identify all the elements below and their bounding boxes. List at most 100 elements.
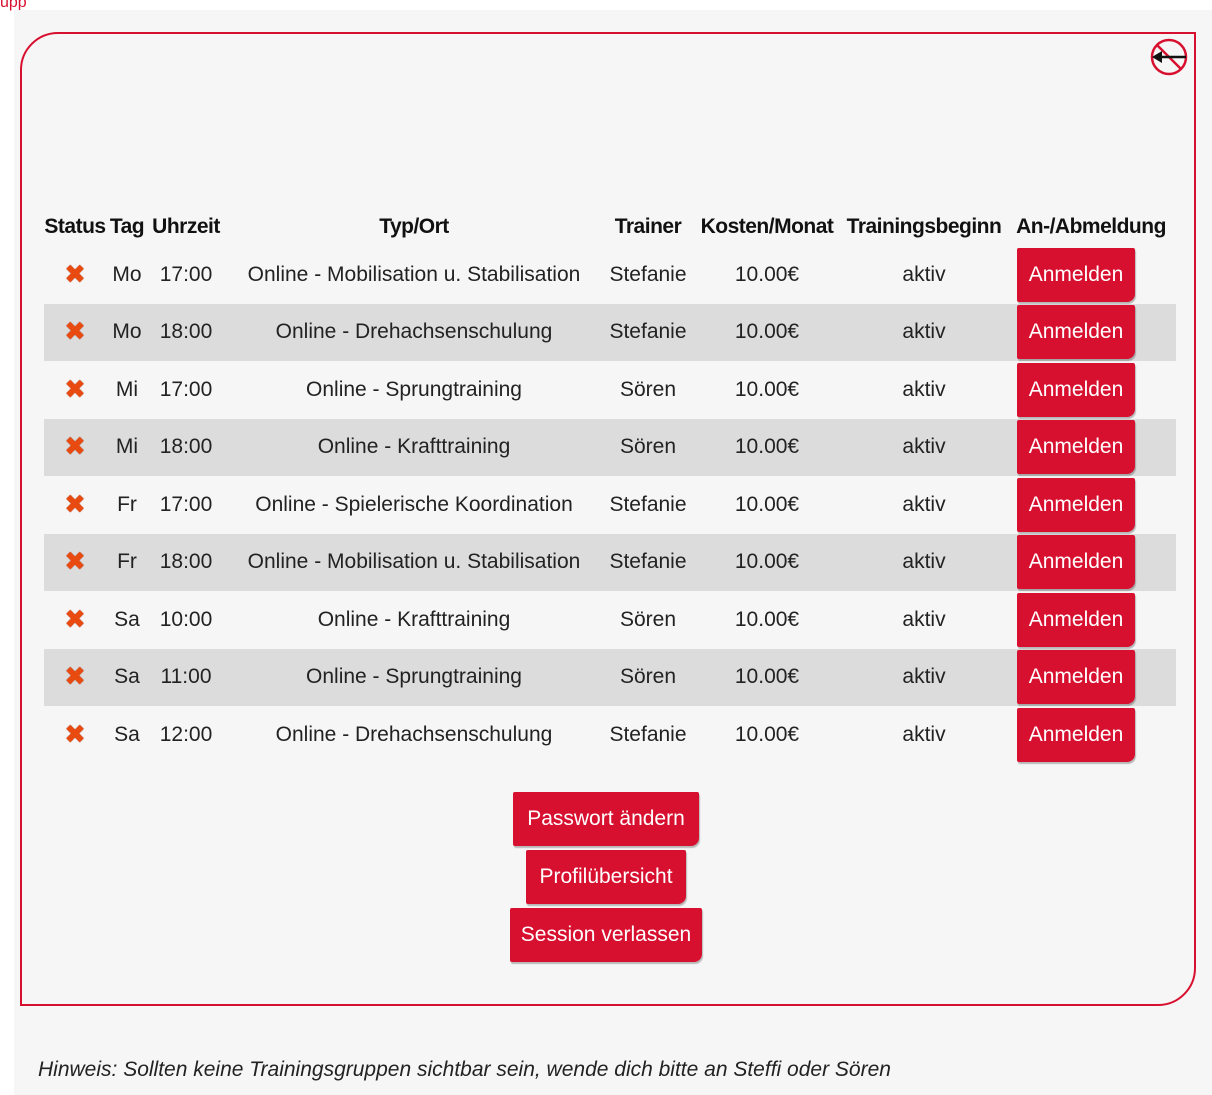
day-cell: Fr	[106, 533, 148, 591]
header-cost: Kosten/Monat	[700, 215, 834, 238]
signup-cell: Anmelden	[1006, 706, 1176, 764]
change-password-button[interactable]: Passwort ändern	[513, 792, 699, 846]
anmelden-button[interactable]: Anmelden	[1017, 420, 1135, 475]
type-cell: Online - Drehachsenschulung	[224, 303, 604, 361]
status-cell: ✖	[44, 706, 106, 764]
trainer-cell: Sören	[619, 377, 677, 401]
cost-cell: 10.00€	[692, 533, 842, 591]
x-mark-icon: ✖	[64, 258, 86, 289]
start-cell: aktiv	[842, 648, 1006, 706]
anmelden-button[interactable]: Anmelden	[1017, 305, 1135, 360]
cost-cell: 10.00€	[734, 607, 800, 631]
start-cell: aktiv	[902, 262, 946, 286]
status-cell: ✖	[44, 246, 106, 304]
day-cell: Mi	[106, 418, 148, 476]
leave-session-button[interactable]: Session verlassen	[510, 908, 702, 962]
type-cell: Online - Sprungtraining	[224, 648, 604, 706]
status-cell: ✖	[44, 361, 106, 419]
start-cell: aktiv	[902, 607, 946, 631]
anmelden-button[interactable]: Anmelden	[1017, 535, 1135, 590]
day-cell: Mo	[112, 262, 142, 286]
table-row: ✖ Fr 18:00 Online - Mobilisation u. Stab…	[44, 533, 1176, 591]
table-row: ✖ Sa 11:00 Online - Sprungtraining Sören…	[44, 648, 1176, 706]
cost-cell: 10.00€	[692, 648, 842, 706]
time-cell: 18:00	[148, 303, 224, 361]
account-actions: Passwort ändern Profilübersicht Session …	[0, 792, 1212, 966]
header-start: Trainingsbeginn	[846, 215, 1002, 238]
start-cell: aktiv	[902, 492, 946, 516]
header-time: Uhrzeit	[152, 215, 220, 238]
header-status: Status	[44, 215, 106, 238]
start-cell: aktiv	[842, 533, 1006, 591]
day-cell: Mo	[106, 303, 148, 361]
cost-cell: 10.00€	[734, 377, 800, 401]
trainer-cell: Stefanie	[609, 722, 687, 746]
x-mark-icon: ✖	[64, 488, 86, 519]
table-row: ✖ Mi 18:00 Online - Krafttraining Sören …	[44, 418, 1176, 476]
type-cell: Online - Spielerische Koordination	[255, 492, 573, 516]
anmelden-button[interactable]: Anmelden	[1017, 477, 1135, 532]
time-cell: 10:00	[159, 607, 213, 631]
time-cell: 17:00	[159, 262, 213, 286]
trainer-cell: Stefanie	[604, 303, 692, 361]
signup-cell: Anmelden	[1006, 303, 1176, 361]
table-row: ✖ Mi 17:00 Online - Sprungtraining Sören…	[44, 361, 1176, 419]
day-cell: Sa	[114, 722, 140, 746]
start-cell: aktiv	[902, 377, 946, 401]
cost-cell: 10.00€	[734, 492, 800, 516]
anmelden-button[interactable]: Anmelden	[1017, 592, 1135, 647]
trainer-cell: Sören	[619, 607, 677, 631]
header-day: Tag	[109, 215, 145, 238]
day-cell: Fr	[117, 492, 137, 516]
status-cell: ✖	[44, 533, 106, 591]
start-cell: aktiv	[902, 722, 946, 746]
x-mark-icon: ✖	[64, 603, 86, 634]
day-cell: Mi	[115, 377, 139, 401]
cost-cell: 10.00€	[692, 418, 842, 476]
x-mark-icon: ✖	[64, 431, 86, 462]
status-cell: ✖	[44, 648, 106, 706]
table-row: ✖ Mo 17:00 Online - Mobilisation u. Stab…	[44, 246, 1176, 304]
start-cell: aktiv	[842, 303, 1006, 361]
type-cell: Online - Krafttraining	[317, 607, 511, 631]
anmelden-button[interactable]: Anmelden	[1017, 650, 1135, 705]
training-groups-table: Status Tag Uhrzeit Typ/Ort Trainer Koste…	[44, 208, 1176, 764]
time-cell: 11:00	[148, 648, 224, 706]
status-cell: ✖	[44, 303, 106, 361]
anmelden-button[interactable]: Anmelden	[1017, 247, 1135, 302]
x-mark-icon: ✖	[64, 316, 86, 347]
type-cell: Online - Mobilisation u. Stabilisation	[247, 262, 581, 286]
signup-cell: Anmelden	[1006, 476, 1176, 534]
day-cell: Sa	[106, 648, 148, 706]
cost-cell: 10.00€	[692, 303, 842, 361]
hint-text: Hinweis: Sollten keine Trainingsgruppen …	[38, 1058, 891, 1081]
day-cell: Sa	[114, 607, 140, 631]
trainer-cell: Stefanie	[609, 262, 687, 286]
signup-cell: Anmelden	[1006, 533, 1176, 591]
trainer-cell: Sören	[604, 648, 692, 706]
cost-cell: 10.00€	[734, 722, 800, 746]
status-cell: ✖	[44, 476, 106, 534]
header-trainer: Trainer	[614, 215, 682, 238]
table-row: ✖ Sa 10:00 Online - Krafttraining Sören …	[44, 591, 1176, 649]
signup-cell: Anmelden	[1006, 361, 1176, 419]
trainer-cell: Stefanie	[604, 533, 692, 591]
trainer-cell: Stefanie	[609, 492, 687, 516]
anmelden-button[interactable]: Anmelden	[1017, 362, 1135, 417]
table-row: ✖ Sa 12:00 Online - Drehachsenschulung S…	[44, 706, 1176, 764]
start-cell: aktiv	[842, 418, 1006, 476]
type-cell: Online - Drehachsenschulung	[275, 722, 553, 746]
anmelden-button[interactable]: Anmelden	[1017, 707, 1135, 762]
trainer-cell: Sören	[604, 418, 692, 476]
signup-cell: Anmelden	[1006, 418, 1176, 476]
signup-cell: Anmelden	[1006, 591, 1176, 649]
profile-overview-button[interactable]: Profilübersicht	[526, 850, 686, 904]
time-cell: 17:00	[159, 492, 213, 516]
signup-cell: Anmelden	[1006, 246, 1176, 304]
status-cell: ✖	[44, 591, 106, 649]
back-arrow-icon[interactable]	[1146, 37, 1192, 77]
x-mark-icon: ✖	[64, 661, 86, 692]
cost-cell: 10.00€	[734, 262, 800, 286]
table-row: ✖ Mo 18:00 Online - Drehachsenschulung S…	[44, 303, 1176, 361]
x-mark-icon: ✖	[64, 546, 86, 577]
